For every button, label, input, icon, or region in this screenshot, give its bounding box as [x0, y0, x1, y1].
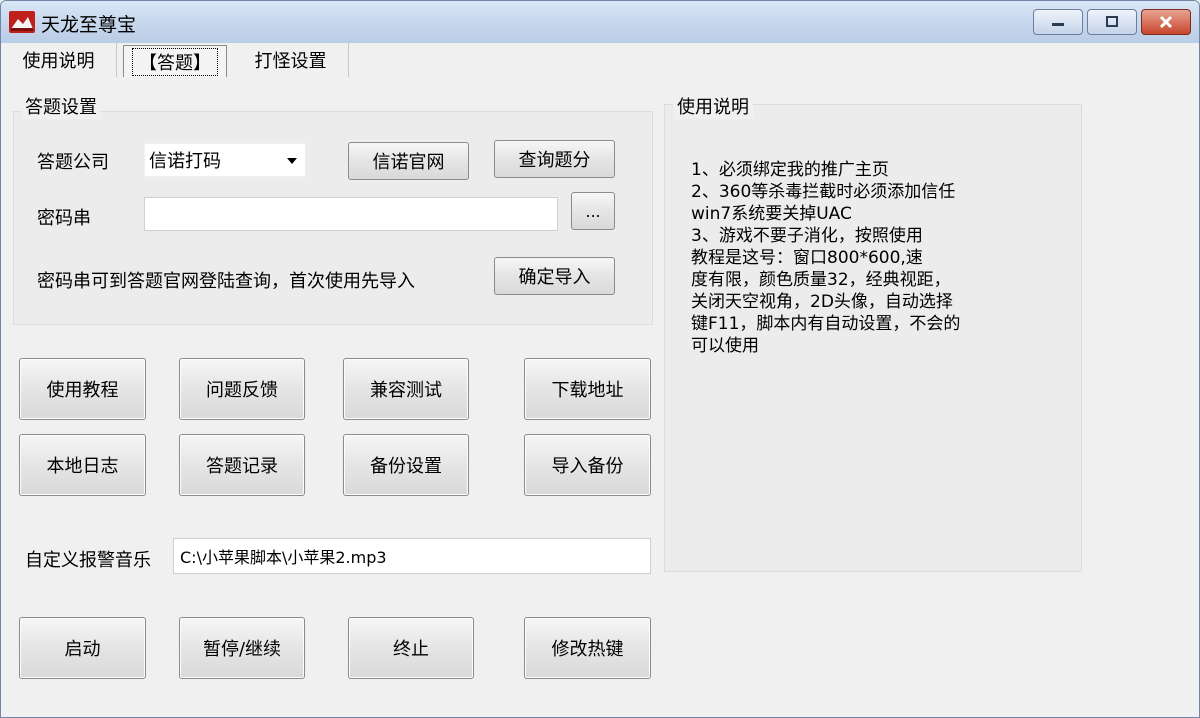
alarm-music-label: 自定义报警音乐	[25, 550, 151, 571]
company-label: 答题公司	[37, 152, 109, 173]
tab-answer[interactable]: 【答题】	[123, 45, 227, 77]
import-backup-button[interactable]: 导入备份	[524, 434, 651, 496]
tab-bar: 使用说明 【答题】 打怪设置	[1, 43, 1199, 77]
pause-resume-button[interactable]: 暂停/继续	[179, 617, 305, 679]
company-select[interactable]: 信诺打码	[144, 143, 306, 177]
password-input[interactable]	[144, 197, 558, 231]
backup-settings-button[interactable]: 备份设置	[343, 434, 469, 496]
company-selected-value: 信诺打码	[149, 151, 221, 172]
title-bar: 天龙至尊宝	[1, 1, 1199, 43]
maximize-button[interactable]	[1087, 9, 1137, 35]
close-button[interactable]	[1141, 9, 1191, 35]
chevron-down-icon	[287, 158, 297, 164]
tab-label: 【答题】	[132, 47, 218, 76]
password-label: 密码串	[37, 208, 91, 229]
close-icon	[1159, 15, 1173, 29]
tab-label: 使用说明	[22, 51, 95, 72]
edit-hotkey-button[interactable]: 修改热键	[524, 617, 651, 679]
minimize-icon	[1052, 23, 1064, 26]
query-score-button[interactable]: 查询题分	[494, 140, 615, 178]
instructions-text: 1、必须绑定我的推广主页 2、360等杀毒拦截时必须添加信任 win7系统要关掉…	[691, 160, 961, 356]
answer-records-button[interactable]: 答题记录	[179, 434, 305, 496]
compat-test-button[interactable]: 兼容测试	[343, 358, 469, 420]
maximize-icon	[1106, 16, 1118, 27]
minimize-button[interactable]	[1033, 9, 1083, 35]
app-window: 天龙至尊宝 使用说明 【答题】 打怪设置 答题设置 答题公司 信诺打码 信诺官网…	[0, 0, 1200, 718]
stop-button[interactable]: 终止	[348, 617, 474, 679]
start-button[interactable]: 启动	[19, 617, 146, 679]
password-hint: 密码串可到答题官网登陆查询，首次使用先导入	[37, 271, 415, 292]
feedback-button[interactable]: 问题反馈	[179, 358, 305, 420]
browse-button[interactable]: ...	[571, 192, 615, 230]
tutorial-button[interactable]: 使用教程	[19, 358, 146, 420]
local-log-button[interactable]: 本地日志	[19, 434, 146, 496]
tab-monster-settings[interactable]: 打怪设置	[233, 43, 349, 77]
tab-instructions[interactable]: 使用说明	[1, 43, 117, 77]
window-title: 天龙至尊宝	[41, 14, 137, 36]
alarm-music-input[interactable]: C:\小苹果脚本\小苹果2.mp3	[173, 538, 651, 574]
confirm-import-button[interactable]: 确定导入	[494, 257, 615, 295]
official-site-button[interactable]: 信诺官网	[348, 142, 469, 180]
download-button[interactable]: 下载地址	[524, 358, 651, 420]
tab-label: 打怪设置	[254, 51, 327, 72]
instructions-title: 使用说明	[673, 93, 753, 119]
app-logo-icon	[9, 11, 35, 33]
answer-settings-title: 答题设置	[21, 93, 101, 119]
